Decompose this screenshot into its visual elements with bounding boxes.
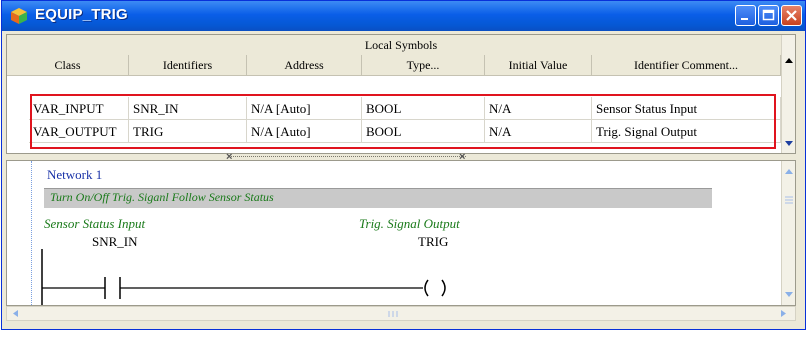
close-icon — [786, 10, 797, 21]
ladder-vertical-scrollbar[interactable] — [781, 161, 796, 305]
window-title: EQUIP_TRIG — [35, 6, 128, 23]
scroll-thumb-grip-icon[interactable] — [784, 191, 794, 211]
cell-class[interactable]: VAR_INPUT — [29, 97, 129, 120]
title-bar[interactable]: EQUIP_TRIG — [2, 1, 805, 31]
ladder-rung — [41, 249, 446, 305]
maximize-button[interactable] — [758, 5, 779, 26]
column-header-initial-value[interactable]: Initial Value — [485, 55, 592, 75]
editor-window: EQUIP_TRIG Local Symbols Class Identifie… — [1, 0, 806, 330]
local-symbols-header: Local Symbols — [7, 35, 795, 56]
cell-initial-value[interactable]: N/A — [485, 120, 592, 143]
column-header-class[interactable]: Class — [7, 55, 129, 75]
scroll-down-icon[interactable] — [782, 135, 796, 151]
splitter-grip[interactable]: × × — [226, 151, 466, 163]
table-row[interactable]: VAR_OUTPUT TRIG N/A [Auto] BOOL N/A Trig… — [7, 120, 795, 143]
cell-address[interactable]: N/A [Auto] — [247, 120, 362, 143]
cell-initial-value[interactable]: N/A — [485, 97, 592, 120]
table-header-row: Class Identifiers Address Type... Initia… — [7, 55, 795, 76]
cell-identifier-comment[interactable]: Sensor Status Input — [592, 97, 781, 120]
ladder-horizontal-scrollbar[interactable] — [6, 306, 796, 321]
maximize-icon — [762, 9, 775, 21]
scroll-up-icon[interactable] — [782, 53, 796, 69]
cell-type[interactable]: BOOL — [362, 120, 485, 143]
scroll-thumb-grip-icon[interactable] — [385, 310, 401, 318]
scroll-down-icon[interactable] — [782, 287, 796, 301]
close-button[interactable] — [781, 5, 802, 26]
cell-class[interactable]: VAR_OUTPUT — [29, 120, 129, 143]
column-header-identifiers[interactable]: Identifiers — [129, 55, 247, 75]
contact-symbol[interactable] — [104, 277, 121, 299]
scroll-left-icon[interactable] — [10, 307, 22, 320]
minimize-button[interactable] — [735, 5, 756, 26]
table-row[interactable]: VAR_INPUT SNR_IN N/A [Auto] BOOL N/A Sen… — [7, 97, 795, 120]
cell-identifier-comment[interactable]: Trig. Signal Output — [592, 120, 781, 143]
column-header-address[interactable]: Address — [247, 55, 362, 75]
local-symbols-table: Local Symbols Class Identifiers Address … — [6, 34, 796, 154]
cell-type[interactable]: BOOL — [362, 97, 485, 120]
scroll-up-icon[interactable] — [782, 165, 796, 179]
scroll-right-icon[interactable] — [777, 307, 789, 320]
column-header-identifier-comment[interactable]: Identifier Comment... — [592, 55, 781, 75]
cell-identifier[interactable]: SNR_IN — [129, 97, 247, 120]
symbols-vertical-scrollbar[interactable] — [781, 35, 796, 153]
column-header-type[interactable]: Type... — [362, 55, 485, 75]
minimize-icon — [741, 18, 748, 20]
cell-identifier[interactable]: TRIG — [129, 120, 247, 143]
app-icon — [11, 8, 27, 24]
ladder-editor[interactable]: Network 1 Turn On/Off Trig. Siganl Follo… — [6, 160, 796, 306]
coil-symbol[interactable] — [424, 279, 446, 297]
cell-address[interactable]: N/A [Auto] — [247, 97, 362, 120]
